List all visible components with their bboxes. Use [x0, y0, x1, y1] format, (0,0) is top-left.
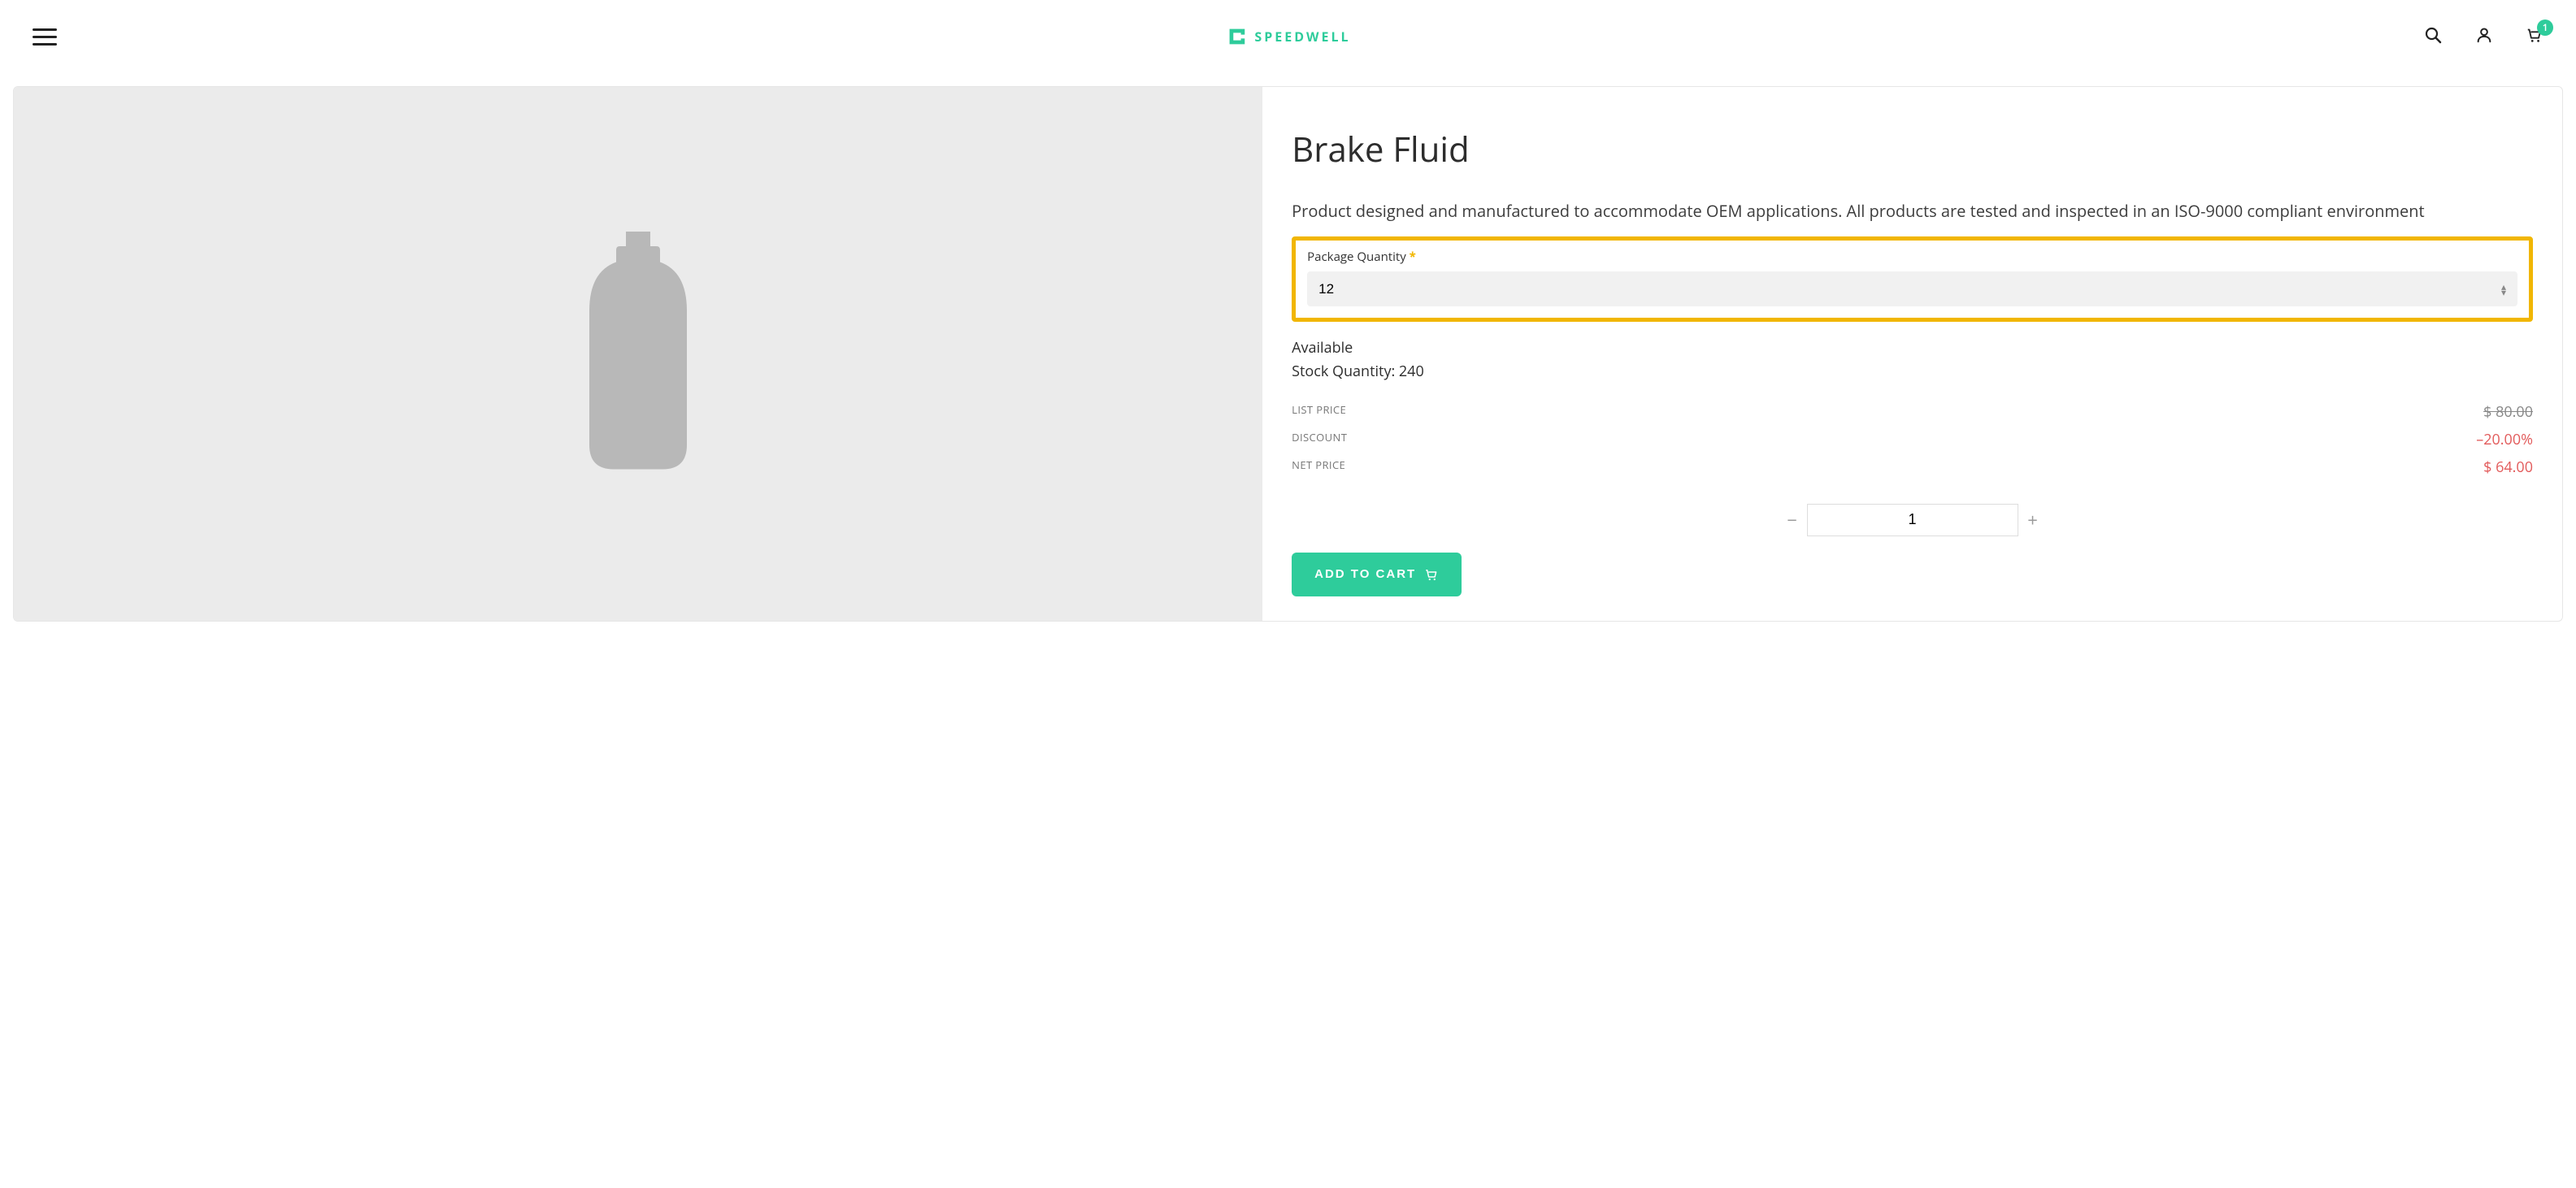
package-quantity-label: Package Quantity *: [1307, 249, 2517, 265]
discount-label: DISCOUNT: [1292, 430, 1347, 449]
discount-value: –20.00%: [2476, 430, 2533, 449]
user-icon: [2475, 26, 2493, 44]
cart-badge: 1: [2537, 20, 2553, 36]
package-quantity-label-text: Package Quantity: [1307, 249, 1406, 265]
account-button[interactable]: [2475, 26, 2493, 48]
cart-button[interactable]: 1: [2526, 26, 2543, 48]
product-description: Product designed and manufactured to acc…: [1292, 198, 2533, 223]
required-indicator: *: [1410, 249, 1416, 265]
search-button[interactable]: [2423, 25, 2443, 49]
quantity-input[interactable]: [1807, 504, 2018, 536]
product-main: Brake Fluid Product designed and manufac…: [13, 86, 2563, 622]
add-to-cart-label: ADD TO CART: [1314, 567, 1416, 581]
product-image-panel: [14, 87, 1262, 621]
price-table: LIST PRICE $ 80.00 DISCOUNT –20.00% NET …: [1292, 398, 2533, 481]
net-price-value: $ 64.00: [2483, 457, 2533, 477]
brand-name: SPEEDWELL: [1254, 28, 1350, 46]
quantity-row: − +: [1292, 504, 2533, 536]
discount-row: DISCOUNT –20.00%: [1292, 426, 2533, 453]
package-quantity-select[interactable]: 12: [1307, 271, 2517, 306]
product-placeholder-icon: [565, 219, 711, 488]
product-title: Brake Fluid: [1292, 126, 2533, 172]
cart-icon: [1424, 567, 1439, 582]
list-price-value: $ 80.00: [2483, 402, 2533, 422]
header: SPEEDWELL 1: [0, 0, 2576, 73]
brand-logo[interactable]: SPEEDWELL: [1225, 25, 1350, 48]
search-icon: [2423, 25, 2443, 45]
net-price-row: NET PRICE $ 64.00: [1292, 453, 2533, 481]
net-price-label: NET PRICE: [1292, 457, 1345, 477]
package-quantity-box: Package Quantity * 12 ▴▾: [1292, 236, 2533, 322]
availability-status: Available: [1292, 336, 2533, 360]
header-actions: 1: [2423, 25, 2543, 49]
add-to-cart-button[interactable]: ADD TO CART: [1292, 553, 1462, 596]
list-price-label: LIST PRICE: [1292, 402, 1346, 422]
list-price-row: LIST PRICE $ 80.00: [1292, 398, 2533, 426]
menu-button[interactable]: [33, 24, 57, 49]
stock-quantity: Stock Quantity: 240: [1292, 360, 2533, 384]
product-details: Brake Fluid Product designed and manufac…: [1262, 87, 2562, 621]
logo-icon: [1225, 25, 1248, 48]
stock-info: Available Stock Quantity: 240: [1292, 336, 2533, 384]
quantity-decrease-button[interactable]: −: [1778, 505, 1807, 535]
quantity-increase-button[interactable]: +: [2018, 505, 2048, 535]
